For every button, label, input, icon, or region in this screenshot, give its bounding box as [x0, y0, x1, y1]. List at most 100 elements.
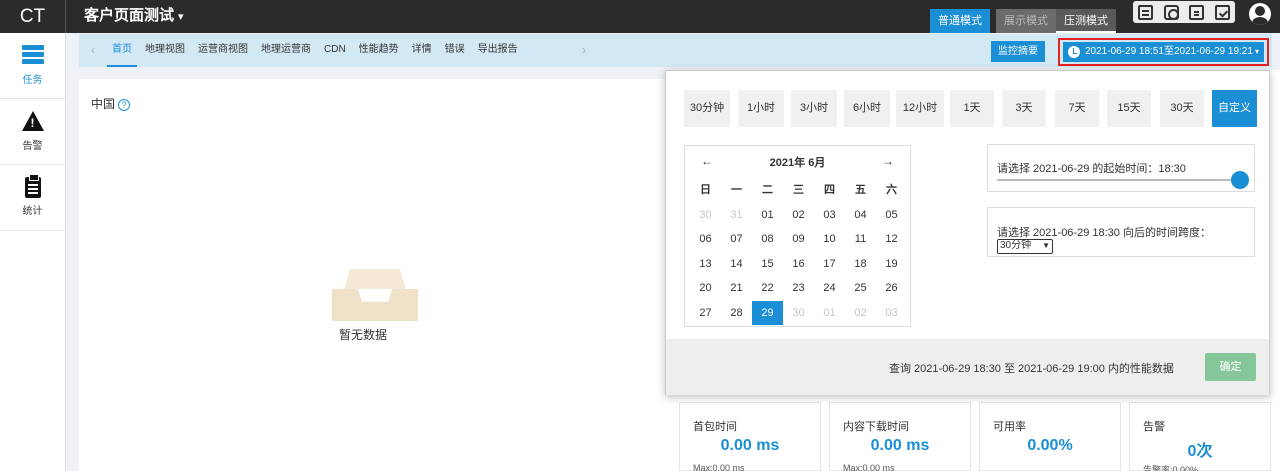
range-30d-button[interactable]: 30天 — [1160, 90, 1204, 127]
empty-state-text: 暂无数据 — [339, 328, 388, 342]
date-calendar: ← 2021年 6月 → 日一二三四五六 30 31 01 02 03 04 05 06 07 08… — [684, 145, 911, 327]
empty-inbox-icon — [332, 269, 418, 321]
range-7d-button[interactable]: 7天 — [1055, 90, 1099, 127]
start-time-slider-handle[interactable] — [1231, 171, 1249, 189]
tab-geo-isp[interactable]: 地理运营商 — [256, 34, 316, 67]
calendar-day[interactable]: 19 — [876, 252, 907, 277]
monitor-summary-button[interactable]: 监控摘要 — [991, 41, 1045, 62]
time-range-popup: 30分钟 1小时 3小时 6小时 12小时 1天 3天 7天 15天 30天 自… — [665, 70, 1270, 395]
chevron-down-icon: ▾ — [1254, 47, 1259, 56]
project-selector[interactable]: 客户页面测试 ▾ — [84, 0, 184, 33]
chevron-left-icon[interactable]: ‹ — [91, 43, 95, 57]
mode-normal-button[interactable]: 普通模式 — [930, 9, 990, 33]
range-3h-button[interactable]: 3小时 — [791, 90, 837, 127]
start-time-slider-track[interactable] — [997, 179, 1237, 181]
calendar-weekday: 四 — [824, 184, 835, 196]
time-range-button[interactable]: 2021-06-29 18:51至2021-06-29 19:21 ▾ — [1063, 42, 1264, 62]
calendar-day[interactable]: 02 — [783, 203, 814, 228]
calendar-day: 30 — [699, 208, 712, 221]
calendar-day[interactable]: 23 — [783, 276, 814, 301]
tab-errors[interactable]: 错误 — [440, 34, 470, 67]
sidebar-item-tasks[interactable]: 任务 — [0, 33, 65, 99]
calendar-day[interactable]: 17 — [814, 252, 845, 277]
sidebar-item-alerts[interactable]: 告警 — [0, 99, 65, 165]
range-30min-button[interactable]: 30分钟 — [684, 90, 730, 127]
tab-performance-trend[interactable]: 性能趋势 — [354, 34, 404, 67]
calendar-day[interactable]: 26 — [876, 276, 907, 301]
calendar-day[interactable]: 13 — [690, 252, 721, 277]
mode-demo-button[interactable]: 展示模式 — [996, 9, 1056, 33]
tab-geo-view[interactable]: 地理视图 — [140, 34, 190, 67]
range-custom-button[interactable]: 自定义 — [1212, 90, 1257, 127]
calendar-day[interactable]: 11 — [845, 227, 876, 252]
project-title: 客户页面测试 — [84, 7, 175, 24]
stat-label: 告警 — [1143, 421, 1165, 433]
range-1d-button[interactable]: 1天 — [950, 90, 994, 127]
calendar-day[interactable]: 27 — [690, 301, 721, 326]
calendar-day[interactable]: 05 — [876, 203, 907, 228]
calendar-weekday: 六 — [886, 184, 897, 196]
range-3d-button[interactable]: 3天 — [1002, 90, 1046, 127]
calendar-day[interactable]: 09 — [783, 227, 814, 252]
calendar-day[interactable]: 20 — [690, 276, 721, 301]
tab-export-report[interactable]: 导出报告 — [473, 34, 523, 67]
time-span-select[interactable]: 30分钟 ▼ — [997, 239, 1053, 254]
range-6h-button[interactable]: 6小时 — [844, 90, 890, 127]
calendar-day[interactable]: 12 — [876, 227, 907, 252]
calendar-day[interactable]: 04 — [845, 203, 876, 228]
time-span-box: 请选择 2021-06-29 18:30 向后的时间跨度： 30分钟 ▼ — [987, 207, 1255, 257]
stat-card-download-time: 内容下载时间 0.00 ms Max:0.00 ms — [829, 402, 971, 471]
calendar-day: 30 — [792, 306, 805, 319]
calendar-day[interactable]: 01 — [752, 203, 783, 228]
calendar-month-title: 2021年 6月 — [769, 157, 826, 169]
help-icon[interactable]: ? — [118, 99, 131, 111]
calendar-day[interactable]: 07 — [721, 227, 752, 252]
range-15d-button[interactable]: 15天 — [1107, 90, 1151, 127]
clipboard-stats-icon — [24, 174, 41, 198]
calendar-day: 01 — [823, 306, 836, 319]
calendar-weekday: 一 — [731, 184, 742, 196]
calendar-day[interactable]: 10 — [814, 227, 845, 252]
calendar-day: 02 — [854, 306, 867, 319]
calendar-day[interactable]: 03 — [814, 203, 845, 228]
calendar-day[interactable]: 24 — [814, 276, 845, 301]
chevron-down-icon: ▾ — [178, 11, 184, 23]
arrow-right-icon[interactable]: → — [882, 154, 894, 168]
calendar-day[interactable]: 21 — [721, 276, 752, 301]
sidebar: 任务 告警 统计 — [0, 33, 66, 471]
chevron-right-icon[interactable]: › — [582, 43, 586, 57]
calendar-day[interactable]: 14 — [721, 252, 752, 277]
stat-card-alerts: 告警 0次 告警率:0.00% — [1129, 402, 1271, 471]
tab-cdn[interactable]: CDN — [319, 34, 351, 67]
query-summary-text: 查询 2021-06-29 18:30 至 2021-06-29 19:00 内… — [889, 363, 1174, 375]
region-title: 中国? — [91, 95, 131, 112]
calendar-day[interactable]: 22 — [752, 276, 783, 301]
start-time-label: 请选择 2021-06-29 的起始时间：18:30 — [997, 163, 1186, 175]
stat-value: 0次 — [1187, 443, 1213, 460]
calendar-day[interactable]: 28 — [721, 301, 752, 326]
calendar-day[interactable]: 08 — [752, 227, 783, 252]
calendar-day[interactable]: 15 — [752, 252, 783, 277]
calendar-day-selected[interactable]: 29 — [752, 300, 783, 325]
calendar-day[interactable]: 25 — [845, 276, 876, 301]
download-icon[interactable] — [1214, 4, 1230, 20]
range-1h-button[interactable]: 1小时 — [738, 90, 784, 127]
sidebar-item-stats[interactable]: 统计 — [0, 165, 65, 231]
calendar-day[interactable]: 06 — [690, 227, 721, 252]
report-icon[interactable] — [1138, 4, 1154, 20]
range-12h-button[interactable]: 12小时 — [896, 90, 944, 127]
stat-card-first-byte: 首包时间 0.00 ms Max:0.00 ms — [679, 402, 821, 471]
calendar-grid: 日一二三四五六 30 31 01 02 03 04 05 06 07 08 09 10 11 12 13 14 1… — [690, 178, 907, 325]
app-logo[interactable]: CT — [0, 0, 66, 33]
tab-details[interactable]: 详情 — [407, 34, 437, 67]
toolbar-icons — [1133, 1, 1235, 23]
tab-home[interactable]: 首页 — [107, 34, 137, 67]
tab-isp-view[interactable]: 运营商视图 — [193, 34, 253, 67]
mode-stress-button[interactable]: 压测模式 — [1056, 9, 1116, 33]
screenshot-icon[interactable] — [1163, 4, 1179, 20]
user-avatar-icon[interactable] — [1249, 3, 1271, 25]
calendar-day[interactable]: 18 — [845, 252, 876, 277]
confirm-button[interactable]: 确定 — [1205, 353, 1256, 381]
clipboard-icon[interactable] — [1189, 4, 1205, 20]
calendar-day[interactable]: 16 — [783, 252, 814, 277]
